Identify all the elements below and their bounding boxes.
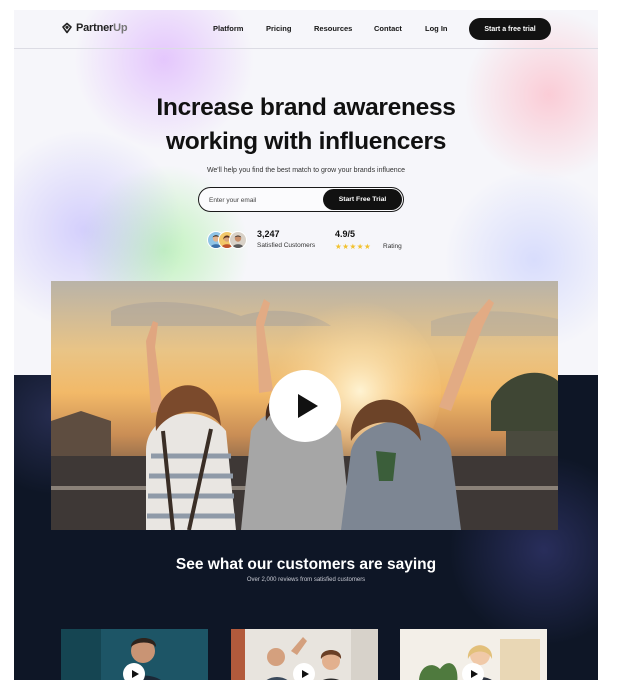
logo-text-main: Partner <box>76 22 114 34</box>
logo-text-accent: Up <box>113 22 128 34</box>
start-free-trial-button[interactable]: Start Free Trial <box>323 189 402 210</box>
play-icon <box>132 670 139 678</box>
rating-value: 4.9/5 <box>335 229 356 239</box>
star-icon: ★ <box>363 242 372 251</box>
email-input[interactable] <box>209 194 319 206</box>
start-free-trial-nav-button[interactable]: Start a free trial <box>469 18 551 40</box>
testimonials-title: See what our customers are saying <box>175 556 437 573</box>
play-testimonial-button[interactable] <box>293 663 315 680</box>
nav-link-login[interactable]: Log In <box>425 24 448 33</box>
email-signup-form: Start Free Trial <box>198 187 404 212</box>
testimonial-video-card[interactable] <box>231 629 378 680</box>
nav-link-pricing[interactable]: Pricing <box>266 24 291 33</box>
nav-link-contact[interactable]: Contact <box>374 24 402 33</box>
logo-icon <box>62 22 72 34</box>
play-testimonial-button[interactable] <box>123 663 145 680</box>
play-video-button[interactable] <box>269 370 341 442</box>
hero-subtitle: We'll help you find the best match to gr… <box>206 167 406 174</box>
testimonial-video-card[interactable] <box>400 629 547 680</box>
customers-count: 3,247 <box>257 229 280 239</box>
play-testimonial-button[interactable] <box>462 663 484 680</box>
star-icon: ★ <box>356 242 364 251</box>
play-icon <box>302 670 309 678</box>
top-navigation: PartnerUp Platform Pricing Resources Con… <box>14 10 598 49</box>
customer-avatars <box>207 231 251 249</box>
customers-label: Satisfied Customers <box>257 242 316 249</box>
testimonial-video-card[interactable] <box>61 629 208 680</box>
star-icon: ★ <box>349 242 357 251</box>
hero-title: Increase brand awareness working with in… <box>14 91 598 159</box>
nav-link-platform[interactable]: Platform <box>213 24 243 33</box>
play-icon <box>471 670 478 678</box>
avatar <box>229 231 247 249</box>
logo[interactable]: PartnerUp <box>61 22 128 34</box>
testimonials-subtitle: Over 2,000 reviews from satisfied custom… <box>246 577 366 583</box>
nav-link-resources[interactable]: Resources <box>314 24 352 33</box>
play-icon <box>298 394 318 418</box>
rating-stars: ★★★★★ <box>335 242 371 251</box>
rating-label: Rating <box>383 243 402 250</box>
hero-title-line-2: working with influencers <box>165 128 447 155</box>
hero-title-line-1: Increase brand awareness <box>156 94 456 121</box>
logo-text: PartnerUp <box>76 22 128 34</box>
landing-page: PartnerUp Platform Pricing Resources Con… <box>14 10 598 680</box>
